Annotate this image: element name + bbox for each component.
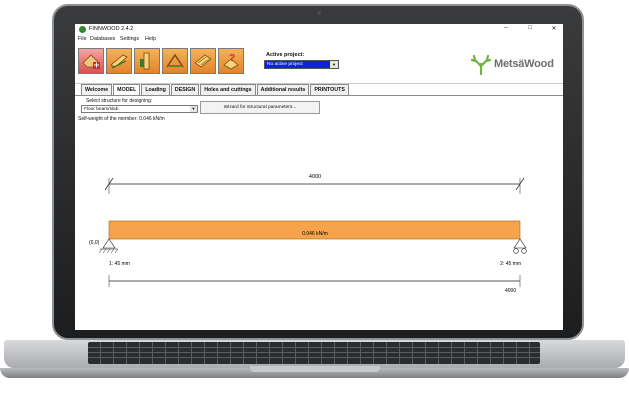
trackpad <box>250 366 380 372</box>
help-button[interactable]: ? <box>218 48 244 74</box>
structure-value: Floor beam/slab <box>84 107 119 112</box>
title-bar: FINNWOOD 2.4.2 – □ ✕ <box>75 24 563 35</box>
roller-support-right <box>513 238 527 254</box>
frame-design-button[interactable] <box>162 48 188 74</box>
frame-icon <box>166 53 184 68</box>
menu-help[interactable]: Help <box>145 36 156 42</box>
active-project-value: No active project <box>267 62 303 67</box>
toolbar: ? Active project: No active project ▼ Me… <box>75 44 563 84</box>
keyboard-row-divider <box>88 352 540 353</box>
maximize-button[interactable]: □ <box>523 25 537 32</box>
panel-design-button[interactable] <box>190 48 216 74</box>
new-project-icon <box>82 54 100 69</box>
menu-bar: File Databases Settings Help <box>75 35 563 44</box>
wizard-button[interactable]: Wizard for structural parameters... <box>200 101 320 114</box>
menu-databases[interactable]: Databases <box>90 36 115 42</box>
beam-icon <box>110 54 128 69</box>
keyboard-row-divider <box>88 357 540 358</box>
menu-file[interactable]: File <box>78 36 87 42</box>
minimize-button[interactable]: – <box>499 25 513 32</box>
tab-strip: Welcome MODEL Loading DESIGN Holes and c… <box>81 84 350 96</box>
load-label: 0.046 kN/m <box>302 231 328 237</box>
origin-label: (0,0) <box>89 240 100 246</box>
structure-label: Select structure for designing: <box>86 98 153 104</box>
panel-icon <box>194 54 212 68</box>
chevron-down-icon[interactable]: ▼ <box>330 61 338 68</box>
structure-select[interactable]: Floor beam/slab ▼ <box>81 105 198 113</box>
column-design-button[interactable] <box>134 48 160 74</box>
chevron-down-icon[interactable]: ▼ <box>190 106 197 112</box>
app-screen: FINNWOOD 2.4.2 – □ ✕ File Databases Sett… <box>75 24 563 330</box>
active-project-label: Active project: <box>266 52 305 58</box>
support-right-label: 2: 45 mm <box>500 261 521 267</box>
tab-divider <box>75 95 563 96</box>
top-span-label: 4000 <box>309 174 321 180</box>
metsawood-logo: MetsäWood <box>470 54 556 76</box>
logo-text: MetsäWood <box>494 58 554 70</box>
app-icon <box>79 26 86 33</box>
window-title: FINNWOOD 2.4.2 <box>89 26 134 32</box>
beam-drawing: 4000 0.046 kN/m (0,0) 1: 45 mm 2: 45 mm … <box>89 174 527 294</box>
beam-design-button[interactable] <box>106 48 132 74</box>
new-project-button[interactable] <box>78 48 104 74</box>
support-left-label: 1: 45 mm <box>109 261 130 267</box>
svg-text:?: ? <box>229 53 235 64</box>
laptop-lid: FINNWOOD 2.4.2 – □ ✕ File Databases Sett… <box>52 4 584 340</box>
self-weight-text: Self-weight of the member: 0.046 kN/m <box>78 116 165 122</box>
webcam <box>317 11 321 15</box>
bottom-span-label: 4000 <box>505 288 516 294</box>
keyboard <box>88 342 540 364</box>
pinned-support-left <box>98 238 119 254</box>
column-icon <box>140 52 150 70</box>
keyboard-row-divider <box>88 347 540 348</box>
antler-icon <box>470 54 492 76</box>
active-project-select[interactable]: No active project ▼ <box>264 60 339 69</box>
help-icon: ? <box>223 53 239 70</box>
close-button[interactable]: ✕ <box>547 25 561 32</box>
menu-settings[interactable]: Settings <box>120 36 139 42</box>
